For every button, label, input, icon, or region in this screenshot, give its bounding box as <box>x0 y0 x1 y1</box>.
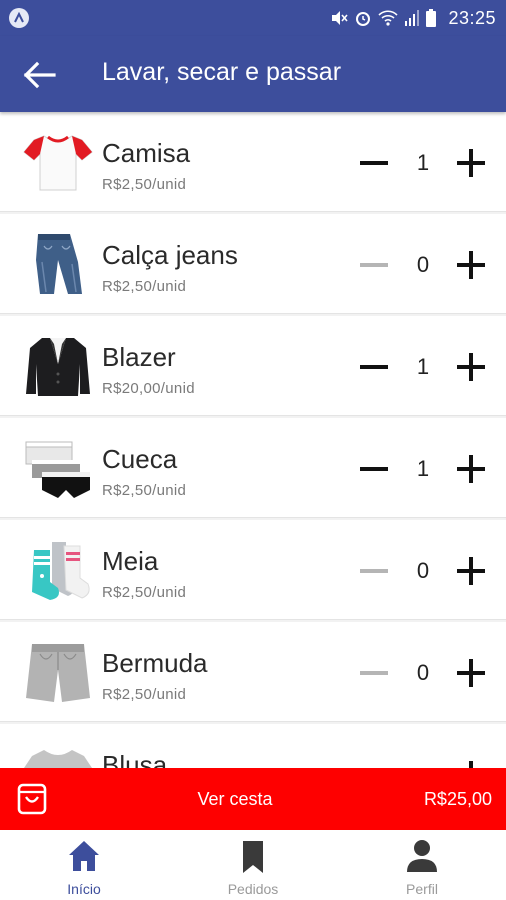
item-price: R$20,00/unid <box>102 380 195 397</box>
item-quantity: 0 <box>416 660 430 685</box>
page-title: Lavar, secar e passar <box>102 58 342 86</box>
status-bar: 23:25 <box>0 0 506 36</box>
nav-item-perfil[interactable]: Perfil <box>338 830 506 900</box>
decrement-button[interactable] <box>354 143 394 183</box>
nav-item-inicio[interactable]: Início <box>0 830 168 900</box>
item-list[interactable]: Camisa R$2,50/unid 1 Calça jeans R$2,50/… <box>0 112 506 768</box>
item-name: Camisa <box>102 138 191 168</box>
item-price: R$2,50/unid <box>102 686 187 703</box>
item-name: Meia <box>102 546 159 576</box>
nav-item-pedidos[interactable]: Pedidos <box>169 830 337 900</box>
back-button[interactable] <box>22 60 58 90</box>
battery-icon <box>426 9 436 27</box>
item-name: Blusa <box>102 750 168 768</box>
item-name: Cueca <box>102 444 178 474</box>
list-item-blazer: Blazer R$20,00/unid 1 <box>0 316 506 416</box>
increment-button[interactable] <box>451 245 491 285</box>
home-icon <box>69 841 99 871</box>
decrement-button[interactable] <box>354 347 394 387</box>
nav-label: Início <box>67 881 101 897</box>
person-icon <box>407 840 437 872</box>
shorts-image <box>26 644 90 702</box>
item-price: R$2,50/unid <box>102 584 187 601</box>
basket-label: Ver cesta <box>197 789 273 809</box>
increment-button[interactable] <box>451 653 491 693</box>
blouse-image <box>24 750 92 768</box>
increment-button[interactable] <box>451 449 491 489</box>
underwear-image <box>25 441 90 498</box>
tshirt-image <box>23 135 93 191</box>
item-price: R$2,50/unid <box>102 176 187 193</box>
increment-button[interactable] <box>451 347 491 387</box>
list-item-camisa: Camisa R$2,50/unid 1 <box>0 112 506 212</box>
app-bar: Lavar, secar e passar <box>0 36 506 112</box>
increment-button[interactable] <box>451 755 491 768</box>
decrement-button[interactable] <box>354 449 394 489</box>
status-icons <box>330 9 436 27</box>
item-quantity: 1 <box>416 354 430 379</box>
arrow-left-icon <box>23 61 56 89</box>
jeans-image <box>36 234 82 294</box>
item-quantity: 1 <box>416 456 430 481</box>
bookmark-icon <box>243 841 263 873</box>
item-price: R$2,50/unid <box>102 482 187 499</box>
item-name: Bermuda <box>102 648 208 678</box>
bottom-navigation: Início Pedidos Perfil <box>0 830 506 900</box>
increment-button[interactable] <box>451 551 491 591</box>
signal-icon <box>405 10 419 26</box>
nav-label: Perfil <box>406 881 438 897</box>
blazer-image <box>26 338 90 396</box>
item-name: Calça jeans <box>102 240 238 270</box>
list-item-blusa: Blusa <box>0 724 506 768</box>
list-item-cueca: Cueca R$2,50/unid 1 <box>0 418 506 518</box>
decrement-button[interactable] <box>354 551 394 591</box>
item-quantity: 0 <box>416 558 430 583</box>
alarm-icon <box>356 12 370 26</box>
basket-total: R$25,00 <box>423 789 492 809</box>
list-item-bermuda: Bermuda R$2,50/unid 0 <box>0 622 506 722</box>
list-item-meia: Meia R$2,50/unid 0 <box>0 520 506 620</box>
item-name: Blazer <box>102 342 176 372</box>
increment-button[interactable] <box>451 143 491 183</box>
nav-label: Pedidos <box>227 881 279 897</box>
wifi-icon <box>378 10 398 26</box>
mute-icon <box>332 11 348 25</box>
item-price: R$2,50/unid <box>102 278 187 295</box>
item-quantity: 0 <box>416 252 430 277</box>
status-time: 23:25 <box>448 8 496 28</box>
view-basket-button[interactable]: Ver cesta R$25,00 <box>0 768 506 830</box>
decrement-button[interactable] <box>354 653 394 693</box>
list-item-calca-jeans: Calça jeans R$2,50/unid 0 <box>0 214 506 314</box>
app-badge-icon <box>9 8 29 28</box>
socks-image <box>32 542 90 600</box>
decrement-button[interactable] <box>354 245 394 285</box>
item-quantity: 1 <box>416 150 430 175</box>
